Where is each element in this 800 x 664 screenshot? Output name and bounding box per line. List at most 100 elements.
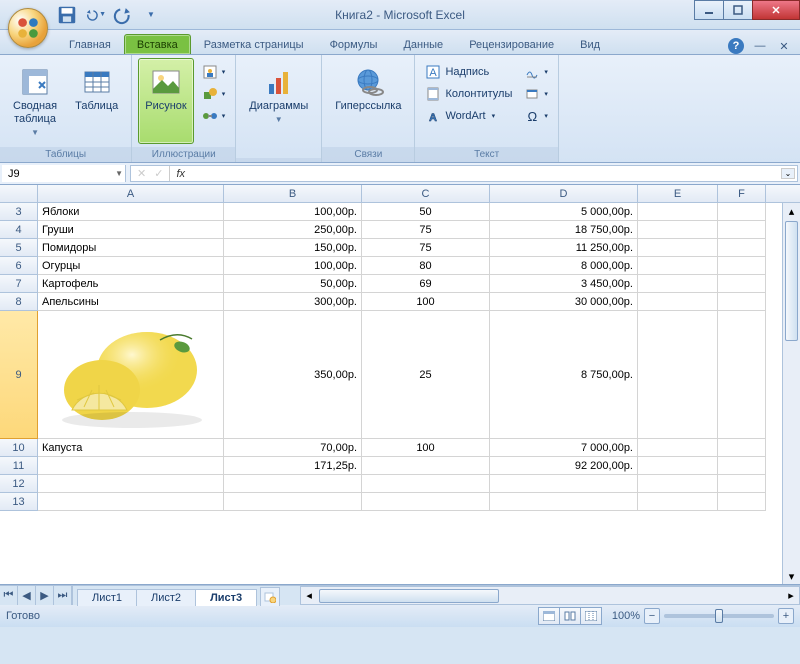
cell[interactable]: 350,00р. (224, 311, 362, 439)
ribbon-small-shapes[interactable]: ▾ (198, 84, 230, 104)
sheet-tab-2[interactable]: Лист3 (195, 589, 257, 606)
cell[interactable] (38, 475, 224, 493)
ribbon-btn-table[interactable]: Таблица (68, 58, 125, 144)
cell[interactable] (718, 457, 766, 475)
cell[interactable] (718, 311, 766, 439)
row-header-3[interactable]: 3 (0, 203, 38, 221)
expand-formula-bar-button[interactable]: ⌄ (781, 168, 795, 179)
ribbon-tab-6[interactable]: Вид (567, 34, 613, 54)
hscroll-thumb[interactable] (319, 589, 499, 603)
col-header-B[interactable]: B (224, 185, 362, 202)
cell[interactable] (638, 239, 718, 257)
cell[interactable] (638, 275, 718, 293)
cell[interactable] (490, 475, 638, 493)
col-header-D[interactable]: D (490, 185, 638, 202)
ribbon-btn-picture[interactable]: Рисунок (138, 58, 194, 144)
cell[interactable] (490, 493, 638, 511)
scroll-right-icon[interactable]: ▸ (783, 588, 799, 604)
ribbon-tab-4[interactable]: Данные (390, 34, 456, 54)
row-header-5[interactable]: 5 (0, 239, 38, 257)
cell[interactable] (224, 493, 362, 511)
ribbon-text-wordart[interactable]: AWordArt▾ (421, 106, 516, 126)
sheet-prev-button[interactable]: ◀ (18, 586, 36, 605)
cell[interactable] (718, 275, 766, 293)
cell[interactable]: 250,00р. (224, 221, 362, 239)
cell[interactable]: 8 000,00р. (490, 257, 638, 275)
row-header-11[interactable]: 11 (0, 457, 38, 475)
ribbon-tab-0[interactable]: Главная (56, 34, 124, 54)
ribbon-text-small-object[interactable]: ▾ (520, 84, 552, 104)
ribbon-text-headerfooter[interactable]: Колонтитулы (421, 84, 516, 104)
cell[interactable]: 100,00р. (224, 257, 362, 275)
cell[interactable] (718, 221, 766, 239)
fx-label[interactable]: fx (176, 168, 185, 180)
cell[interactable] (718, 257, 766, 275)
cell[interactable] (638, 475, 718, 493)
sheet-next-button[interactable]: ▶ (36, 586, 54, 605)
cell[interactable]: Помидоры (38, 239, 224, 257)
scroll-up-icon[interactable]: ▴ (783, 203, 800, 219)
cell[interactable]: 11 250,00р. (490, 239, 638, 257)
qat-save-button[interactable] (56, 4, 78, 26)
cell[interactable]: Капуста (38, 439, 224, 457)
row-header-8[interactable]: 8 (0, 293, 38, 311)
cell[interactable] (224, 475, 362, 493)
office-button[interactable] (8, 8, 48, 48)
cell[interactable] (638, 257, 718, 275)
page-layout-view-button[interactable] (559, 607, 581, 625)
cell[interactable]: 300,00р. (224, 293, 362, 311)
vertical-scrollbar[interactable]: ▴ ▾ (782, 203, 800, 584)
ribbon-tab-3[interactable]: Формулы (317, 34, 391, 54)
cell[interactable]: Огурцы (38, 257, 224, 275)
cell[interactable] (718, 475, 766, 493)
select-all-corner[interactable] (0, 185, 38, 202)
cell[interactable]: 100 (362, 439, 490, 457)
cell[interactable]: 50 (362, 203, 490, 221)
cell[interactable]: Яблоки (38, 203, 224, 221)
cell[interactable]: 75 (362, 239, 490, 257)
cell[interactable]: 150,00р. (224, 239, 362, 257)
ribbon-small-clipart[interactable]: ▾ (198, 62, 230, 82)
cell[interactable] (638, 293, 718, 311)
cell[interactable] (38, 457, 224, 475)
ribbon-tab-1[interactable]: Вставка (124, 34, 191, 54)
col-header-C[interactable]: C (362, 185, 490, 202)
page-break-view-button[interactable] (580, 607, 602, 625)
scroll-left-icon[interactable]: ◂ (301, 588, 317, 604)
scroll-down-icon[interactable]: ▾ (783, 568, 800, 584)
cell[interactable] (638, 221, 718, 239)
row-header-7[interactable]: 7 (0, 275, 38, 293)
normal-view-button[interactable] (538, 607, 560, 625)
qat-undo-button[interactable]: ▼ (84, 4, 106, 26)
cell[interactable]: 50,00р. (224, 275, 362, 293)
ribbon-small-smartart[interactable]: ▾ (198, 106, 230, 126)
cell[interactable]: 171,25р. (224, 457, 362, 475)
ribbon-tab-2[interactable]: Разметка страницы (191, 34, 317, 54)
cell[interactable]: 5 000,00р. (490, 203, 638, 221)
row-header-4[interactable]: 4 (0, 221, 38, 239)
cell[interactable] (718, 439, 766, 457)
row-header-9[interactable]: 9 (0, 311, 38, 439)
cell[interactable]: Апельсины (38, 293, 224, 311)
col-header-A[interactable]: A (38, 185, 224, 202)
cell[interactable] (362, 457, 490, 475)
ribbon-btn-chart[interactable]: Диаграммы▼ (242, 58, 315, 144)
col-header-F[interactable]: F (718, 185, 766, 202)
cell[interactable]: 25 (362, 311, 490, 439)
ribbon-minimize-icon[interactable]: — (752, 38, 768, 54)
cell[interactable]: 30 000,00р. (490, 293, 638, 311)
cancel-formula-icon[interactable]: ✕ (137, 167, 146, 180)
ribbon-text-small-symbol[interactable]: Ω▾ (520, 106, 552, 126)
cells-area[interactable]: Яблоки 100,00р. 505 000,00р. Груши250,00р.7… (38, 203, 766, 511)
ribbon-text-small-sigline[interactable]: ▾ (520, 62, 552, 82)
cell[interactable]: 80 (362, 257, 490, 275)
cell[interactable]: 3 450,00р. (490, 275, 638, 293)
row-header-13[interactable]: 13 (0, 493, 38, 511)
zoom-out-button[interactable]: − (644, 608, 660, 624)
sheet-last-button[interactable]: ⏭ (54, 586, 72, 605)
ribbon-tab-5[interactable]: Рецензирование (456, 34, 567, 54)
cell[interactable]: 75 (362, 221, 490, 239)
embedded-image[interactable] (42, 315, 220, 435)
cell[interactable]: Груши (38, 221, 224, 239)
cell[interactable] (38, 493, 224, 511)
